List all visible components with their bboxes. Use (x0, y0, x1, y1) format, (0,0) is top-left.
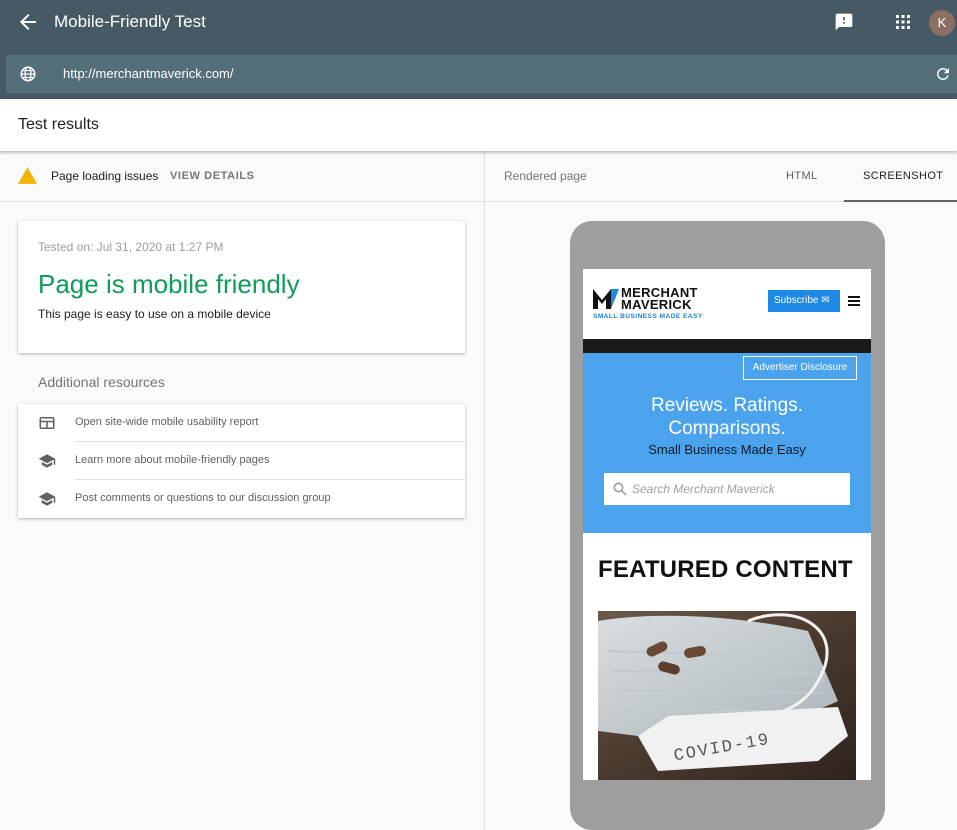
merchant-maverick-logo-icon (593, 289, 619, 309)
phone-screenshot[interactable]: MERCHANT MAVERICK SMALL BUSINESS MADE EA… (583, 269, 871, 780)
list-item[interactable]: Open site-wide mobile usability report (18, 404, 465, 442)
page-title: Test results (18, 116, 99, 133)
subscribe-label: Subscribe (774, 295, 819, 306)
additional-resources-heading: Additional resources (38, 374, 165, 390)
list-item[interactable]: Learn more about mobile-friendly pages (18, 442, 465, 480)
view-details-link[interactable]: VIEW DETAILS (170, 170, 255, 182)
tab-screenshot[interactable]: SCREENSHOT (863, 170, 943, 182)
hero-line1: Reviews. Ratings. (650, 395, 804, 416)
warning-icon (18, 167, 37, 184)
school-icon (38, 492, 56, 506)
url-bar: http://merchantmaverick.com/ (6, 55, 957, 93)
verdict-subtitle: This page is easy to use on a mobile dev… (38, 307, 271, 321)
summary-card: Tested on: Jul 31, 2020 at 1:27 PM Page … (18, 221, 465, 353)
rendered-page-label: Rendered page (504, 169, 587, 183)
featured-content-heading: FEATURED CONTENT (598, 556, 853, 583)
feedback-icon[interactable] (834, 12, 854, 32)
list-item[interactable]: Post comments or questions to our discus… (18, 480, 465, 518)
subscribe-button[interactable]: Subscribe ✉ (768, 290, 840, 312)
back-arrow-icon[interactable] (16, 10, 40, 34)
site-name: MERCHANT MAVERICK (621, 286, 698, 312)
apps-grid-icon[interactable] (895, 14, 911, 30)
site-hero: Advertiser Disclosure Reviews. Ratings. … (583, 353, 871, 533)
app-bar: Mobile-Friendly Test K http://merchantma… (0, 0, 957, 99)
loading-issues-bar: Page loading issues VIEW DETAILS (0, 151, 484, 202)
list-item-label: Post comments or questions to our discus… (75, 492, 331, 504)
rendered-page-header: Rendered page HTML SCREENSHOT (485, 151, 957, 202)
advertiser-disclosure-button[interactable]: Advertiser Disclosure (743, 356, 857, 380)
covid-mask-image: COVID-19 (598, 611, 856, 780)
hero-heading: Reviews. Ratings. Comparisons. (583, 394, 871, 440)
site-search-input[interactable]: Search Merchant Maverick (604, 473, 850, 505)
rendered-page-panel: Rendered page HTML SCREENSHOT MERCHANT M… (485, 151, 957, 830)
list-item-label: Learn more about mobile-friendly pages (75, 454, 270, 466)
report-icon (39, 417, 55, 429)
verdict-heading: Page is mobile friendly (38, 269, 300, 299)
results-panel: Page loading issues VIEW DETAILS Tested … (0, 151, 484, 830)
resources-list: Open site-wide mobile usability report L… (18, 404, 465, 518)
test-results-header: Test results (0, 99, 957, 151)
loading-issues-label: Page loading issues (51, 169, 159, 183)
paper-plane-icon: ✉ (818, 295, 830, 306)
globe-icon (20, 66, 36, 82)
school-icon (38, 454, 56, 468)
hero-line2: Comparisons. (668, 418, 786, 439)
site-name-line2: MAVERICK (621, 297, 692, 312)
search-icon (613, 482, 627, 496)
hero-subheading: Small Business Made Easy (648, 442, 806, 457)
search-placeholder: Search Merchant Maverick (632, 482, 775, 496)
featured-photo[interactable]: COVID-19 (598, 611, 856, 780)
tested-on-timestamp: Tested on: Jul 31, 2020 at 1:27 PM (38, 240, 224, 254)
app-title: Mobile-Friendly Test (54, 12, 206, 31)
hamburger-menu-icon[interactable] (848, 296, 860, 306)
active-tab-indicator (844, 200, 957, 202)
phone-frame: MERCHANT MAVERICK SMALL BUSINESS MADE EA… (570, 221, 885, 830)
site-tagline: SMALL BUSINESS MADE EASY (593, 313, 703, 320)
refresh-icon[interactable] (934, 65, 952, 83)
url-field[interactable]: http://merchantmaverick.com/ (63, 66, 234, 81)
site-nav-bar (583, 339, 871, 353)
list-item-label: Open site-wide mobile usability report (75, 416, 259, 428)
tab-html[interactable]: HTML (786, 170, 818, 182)
account-avatar[interactable]: K (929, 10, 955, 36)
site-header: MERCHANT MAVERICK SMALL BUSINESS MADE EA… (583, 269, 871, 339)
